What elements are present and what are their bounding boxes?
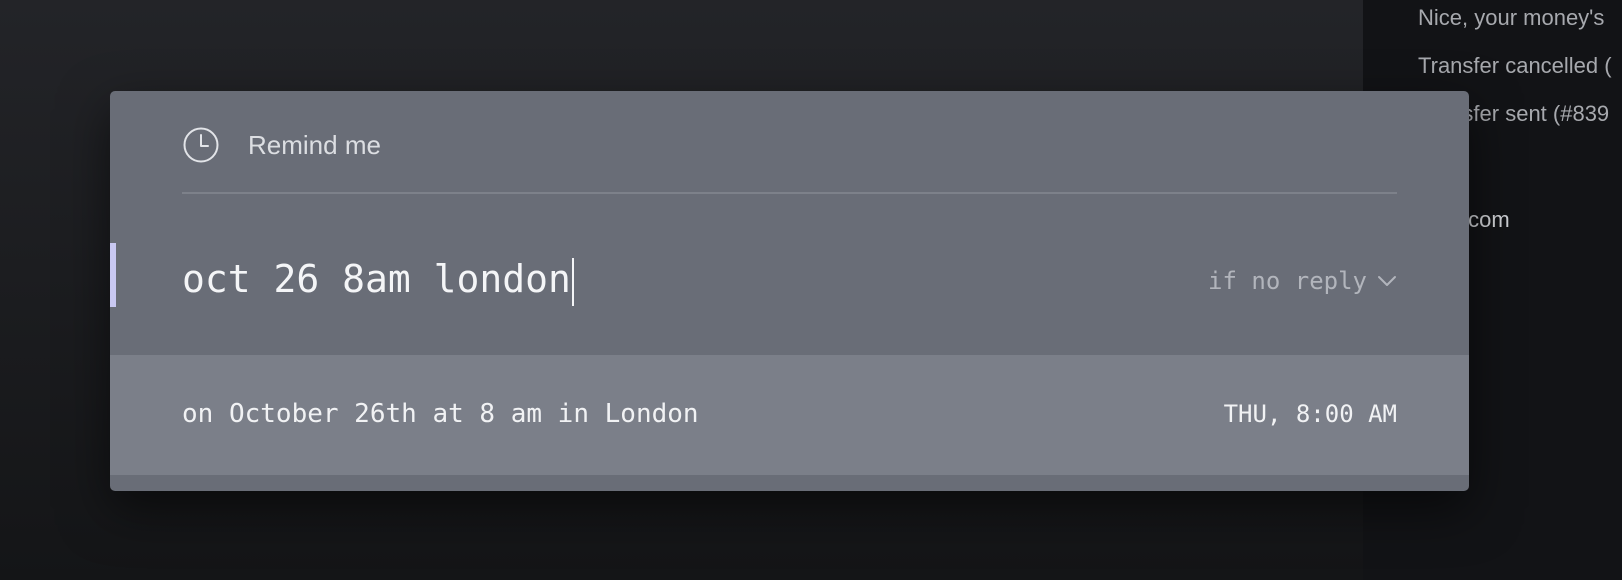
reply-condition-label: if no reply <box>1208 267 1367 295</box>
dialog-header: Remind me <box>182 125 381 165</box>
reply-condition-dropdown[interactable]: if no reply <box>1208 267 1397 295</box>
suggestion-datetime: THU, 8:00 AM <box>1223 400 1397 428</box>
remind-me-dialog: Remind me oct 26 8am london if no reply … <box>110 91 1469 491</box>
reminder-time-input[interactable]: oct 26 8am london <box>182 249 574 309</box>
dialog-title: Remind me <box>248 129 381 160</box>
input-focus-indicator <box>110 243 116 307</box>
header-divider <box>182 192 1397 194</box>
text-caret <box>571 257 574 306</box>
background-email-line: Nice, your money's <box>1418 5 1605 30</box>
suggestion-description: on October 26th at 8 am in London <box>182 399 699 429</box>
reminder-input-text: oct 26 8am london <box>182 257 571 301</box>
chevron-down-icon <box>1367 274 1397 288</box>
clock-icon <box>182 126 220 164</box>
parsed-time-suggestion[interactable]: on October 26th at 8 am in London THU, 8… <box>110 355 1469 475</box>
background-email-line: Transfer cancelled ( <box>1418 53 1612 78</box>
